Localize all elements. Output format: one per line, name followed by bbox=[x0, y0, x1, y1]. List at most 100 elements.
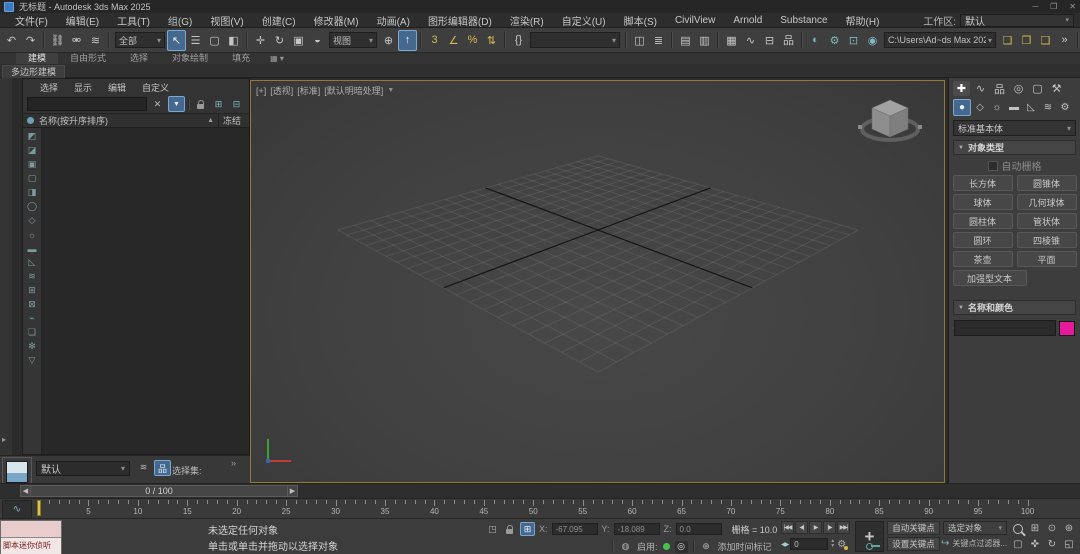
workspace-dropdown[interactable]: 默认 ▾ bbox=[960, 13, 1074, 28]
select-and-link-icon[interactable]: ⛓ bbox=[48, 30, 67, 51]
filter-combinations-icon[interactable]: ▽ bbox=[25, 354, 39, 367]
align-icon[interactable]: ≣ bbox=[649, 30, 668, 51]
category-systems-icon[interactable]: ⚙ bbox=[1057, 100, 1073, 115]
track-bar[interactable]: ∿ 05101520253035404550556065707580859095… bbox=[0, 498, 1080, 519]
autogrid-checkbox[interactable] bbox=[987, 160, 998, 171]
go-to-start-button[interactable]: |◀◀ bbox=[781, 521, 794, 534]
pan-icon[interactable]: ✜ bbox=[1027, 537, 1043, 552]
reference-coordinate-system-dropdown[interactable]: 视图 ▾ bbox=[329, 32, 377, 48]
show-groups-icon[interactable]: ⊞ bbox=[25, 284, 39, 297]
menu-item-scripting[interactable]: 脚本(S) bbox=[615, 13, 666, 28]
panel-tab-motion-icon[interactable]: ◎ bbox=[1010, 81, 1027, 96]
primitive-button-cone[interactable]: 圆锥体 bbox=[1016, 175, 1077, 191]
set-key-button[interactable]: 设置关键点 bbox=[887, 537, 940, 551]
schematic-view-icon[interactable]: 品 bbox=[779, 30, 798, 51]
viewport-menu-renderer[interactable]: [标准] bbox=[297, 84, 320, 97]
select-and-move-icon[interactable]: ✛ bbox=[251, 30, 270, 51]
primitive-button-cylinder[interactable]: 圆柱体 bbox=[952, 213, 1013, 229]
select-by-name-icon[interactable]: ☰ bbox=[186, 30, 205, 51]
panel-tab-modify-icon[interactable]: ∿ bbox=[972, 81, 989, 96]
curve-editor-icon[interactable]: ∿ bbox=[741, 30, 760, 51]
menu-item-file[interactable]: 文件(F) bbox=[6, 13, 57, 28]
ribbon-overflow-icon[interactable]: ▦ ▾ bbox=[270, 53, 284, 64]
zoom-icon[interactable] bbox=[1010, 521, 1026, 536]
explorer-menu-customize[interactable]: 自定义 bbox=[135, 81, 176, 94]
object-type-rollout-header[interactable]: ▼ 对象类型 bbox=[953, 140, 1076, 155]
layers-stack-icon[interactable]: ≋ bbox=[136, 460, 151, 474]
isolate-selection-icon[interactable]: ◳ bbox=[486, 523, 499, 535]
snap-toggle-3d-icon[interactable]: 3 bbox=[425, 30, 444, 51]
y-coordinate-field[interactable]: -18.089 bbox=[613, 523, 660, 535]
select-none-icon[interactable]: ▢ bbox=[25, 172, 39, 185]
selected-objects-dropdown[interactable]: 选定对象 ▾ bbox=[943, 521, 1007, 535]
key-filters-icon[interactable]: ↪ bbox=[941, 538, 949, 549]
expand-panel-arrow-icon[interactable]: ▸ bbox=[2, 435, 6, 444]
category-shapes-icon[interactable]: ◇ bbox=[972, 100, 988, 115]
show-bones-icon[interactable]: ⌁ bbox=[25, 312, 39, 325]
rectangular-selection-region-icon[interactable]: ▢ bbox=[205, 30, 224, 51]
viewport-menu-pov[interactable]: [透视] bbox=[270, 84, 293, 97]
search-input[interactable] bbox=[27, 97, 147, 111]
show-lights-icon[interactable]: ☼ bbox=[25, 228, 39, 241]
show-xrefs-icon[interactable]: ⊠ bbox=[25, 298, 39, 311]
percent-snap-toggle-icon[interactable]: % bbox=[463, 30, 482, 51]
layer-list-dropdown[interactable]: 默认 ▾ bbox=[36, 461, 130, 476]
current-frame-field[interactable]: 0 bbox=[790, 538, 829, 550]
set-keys-button[interactable]: + bbox=[855, 521, 884, 552]
schematic-icon[interactable]: 品 bbox=[154, 460, 171, 476]
use-pivot-point-center-icon[interactable]: ⊕ bbox=[379, 30, 398, 51]
orbit-icon[interactable]: ↻ bbox=[1044, 537, 1060, 552]
menu-item-help[interactable]: 帮助(H) bbox=[837, 13, 889, 28]
close-button[interactable]: ✕ bbox=[1069, 2, 1076, 11]
ribbon-tab-populate[interactable]: 填充 bbox=[220, 53, 262, 64]
show-shapes-icon[interactable]: ◇ bbox=[25, 214, 39, 227]
add-time-tag[interactable]: 添加时间标记 bbox=[718, 540, 772, 553]
clear-search-icon[interactable]: ✕ bbox=[150, 97, 165, 111]
show-space-warps-icon[interactable]: ≋ bbox=[25, 270, 39, 283]
angle-snap-toggle-icon[interactable]: ∠ bbox=[444, 30, 463, 51]
menu-item-tools[interactable]: 工具(T) bbox=[108, 13, 159, 28]
menu-item-modifiers[interactable]: 修改器(M) bbox=[305, 13, 368, 28]
panel-tab-display-icon[interactable]: ▢ bbox=[1029, 81, 1046, 96]
primitive-button-sphere[interactable]: 球体 bbox=[952, 194, 1013, 210]
menu-item-edit[interactable]: 编辑(E) bbox=[57, 13, 108, 28]
explorer-column-header[interactable]: 名称(按升序排序) ▲ 冻结 bbox=[23, 113, 249, 128]
explorer-menu-display[interactable]: 显示 bbox=[67, 81, 99, 94]
next-frame-arrow-icon[interactable]: ▶ bbox=[287, 485, 298, 497]
z-coordinate-field[interactable]: 0.0 bbox=[675, 523, 722, 535]
show-frozen-icon[interactable]: ✻ bbox=[25, 340, 39, 353]
panel-tab-utilities-icon[interactable]: ⚒ bbox=[1048, 81, 1065, 96]
spinner-snap-toggle-icon[interactable]: ⇅ bbox=[482, 30, 501, 51]
show-helpers-icon[interactable]: ◺ bbox=[25, 256, 39, 269]
frozen-column-header[interactable]: 冻结 bbox=[218, 114, 249, 127]
menu-item-graph-editors[interactable]: 图形编辑器(D) bbox=[419, 13, 501, 28]
explorer-menu-select[interactable]: 选择 bbox=[33, 81, 65, 94]
undo-icon[interactable]: ↶ bbox=[2, 30, 21, 51]
dope-sheet-icon[interactable]: ⊟ bbox=[760, 30, 779, 51]
viewport-menu-general[interactable]: [+] bbox=[256, 86, 266, 96]
pick-children-icon[interactable]: ◪ bbox=[25, 144, 39, 157]
primitive-button-torus[interactable]: 圆环 bbox=[952, 232, 1013, 248]
view-cube[interactable] bbox=[854, 89, 926, 151]
show-cameras-icon[interactable]: ▬ bbox=[25, 242, 39, 255]
per-view-filter-icon[interactable]: ▼ bbox=[387, 87, 394, 94]
primitive-button-teapot[interactable]: 茶壶 bbox=[952, 251, 1013, 267]
play-button[interactable]: ▶ bbox=[809, 521, 822, 534]
ribbon-tab-selection[interactable]: 选择 bbox=[118, 53, 160, 64]
material-editor-icon[interactable]: ◐ bbox=[806, 30, 825, 51]
category-helpers-icon[interactable]: ◺ bbox=[1023, 100, 1039, 115]
go-to-end-button[interactable]: ▶▶| bbox=[837, 521, 850, 534]
object-name-field[interactable] bbox=[954, 320, 1056, 336]
perspective-viewport[interactable]: [+] [透视] [标准] [默认明暗处理] ▼ bbox=[250, 80, 945, 483]
record-icon[interactable]: ◎ bbox=[674, 540, 688, 553]
tab-polygon-modeling[interactable]: 多边形建模 bbox=[2, 65, 66, 78]
ribbon-tab-modeling[interactable]: 建模 bbox=[16, 53, 59, 64]
select-and-rotate-icon[interactable]: ↻ bbox=[270, 30, 289, 51]
x-coordinate-field[interactable]: -67.095 bbox=[551, 523, 598, 535]
frame-step-arrows-icon[interactable]: ◀▶ bbox=[781, 541, 789, 548]
macro-recorder-pane[interactable] bbox=[1, 521, 61, 538]
previous-frame-arrow-icon[interactable]: ◀ bbox=[20, 485, 31, 497]
toolbar-overflow-icon[interactable]: » bbox=[1055, 30, 1074, 51]
ribbon-tab-freeform[interactable]: 自由形式 bbox=[58, 53, 118, 64]
minimize-button[interactable]: ─ bbox=[1032, 2, 1038, 11]
